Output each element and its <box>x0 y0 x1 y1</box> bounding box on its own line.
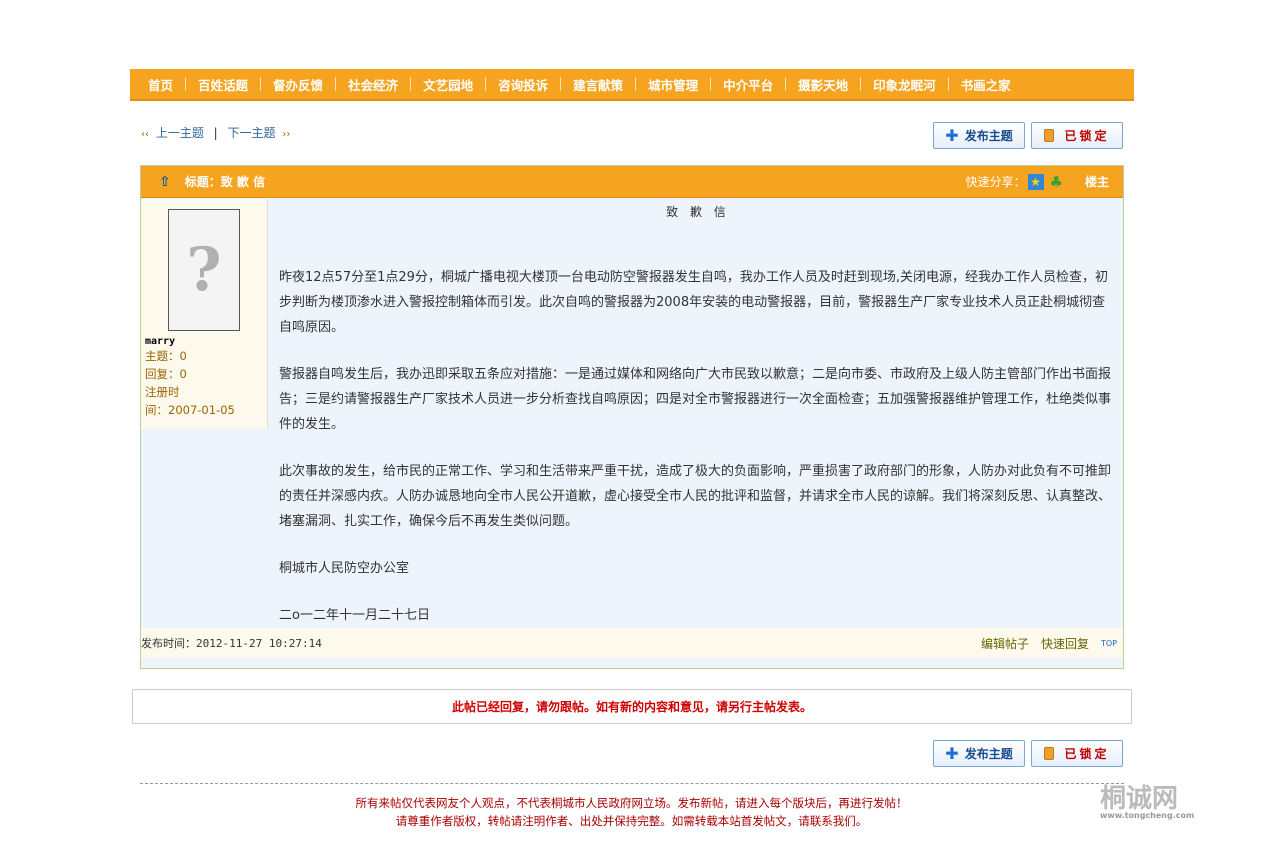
post-topic-label: 发布主题 <box>964 129 1013 143</box>
nav-item: 首页 <box>136 75 187 94</box>
locked-button-top[interactable]: 已锁定 <box>1031 122 1123 149</box>
locked-notice: 此帖已经回复，请勿跟帖。如有新的内容和意见，请另行主帖发表。 <box>132 689 1132 724</box>
up-arrow-icon[interactable]: ⇧ <box>159 174 171 190</box>
edit-post-link[interactable]: 编辑帖子 <box>981 635 1029 652</box>
nav-link[interactable]: 建言献策 <box>561 75 635 94</box>
author-replies: 回复：0 <box>145 367 187 381</box>
share-star-icon[interactable]: ★ <box>1027 173 1044 190</box>
post-topic-button-top[interactable]: ✚ 发布主题 <box>933 122 1025 149</box>
main-nav: 首页 百姓话题 督办反馈 社会经济 文艺园地 咨询投诉 建言献策 城市管理 中介平台 摄影天地 印象… <box>130 69 1134 101</box>
content-signature: 桐城市人民防空办公室 <box>279 561 410 576</box>
nav-list: 首页 百姓话题 督办反馈 社会经济 文艺园地 咨询投诉 建言献策 城市管理 中介平台 摄影天地 印象… <box>130 69 1134 99</box>
content-paragraph: 此次事故的发生，给市民的正常工作、学习和生活带来严重干扰，造成了极大的负面影响，… <box>279 464 1112 529</box>
share-clover-icon[interactable]: ♣ <box>1050 173 1063 191</box>
post-time-label: 发布时间： <box>141 637 196 650</box>
site-footer: 所有来帖仅代表网友个人观点，不代表桐城市人民政府网立场。发布新帖，请进入每个版块… <box>0 794 1263 830</box>
nav-link[interactable]: 摄影天地 <box>786 75 860 94</box>
lock-icon <box>1044 129 1055 142</box>
post-actions: 编辑帖子 快速回复 TOP <box>981 635 1123 652</box>
content-date: 二o一二年十一月二十七日 <box>279 608 430 623</box>
prev-topic-link[interactable]: 上一主题 <box>156 126 204 140</box>
post-content: 致 歉 信 昨夜12点57分至1点29分，桐城广播电视大楼顶一台电动防空警报器发… <box>268 199 1123 627</box>
author-info: 主题：0 回复：0 注册时 间：2007-01-05 <box>145 347 267 419</box>
nav-link[interactable]: 印象龙眠河 <box>861 75 948 94</box>
nav-link[interactable]: 中介平台 <box>711 75 785 94</box>
nav-item: 社会经济 <box>336 75 412 94</box>
nav-item: 印象龙眠河 <box>861 75 949 94</box>
post-footer: 发布时间： 2012-11-27 10:27:14 编辑帖子 快速回复 TOP <box>141 628 1123 658</box>
quick-reply-link[interactable]: 快速回复 <box>1041 635 1089 652</box>
nav-item: 咨询投诉 <box>486 75 562 94</box>
footer-line-2: 请尊重作者版权，转帖请注明作者、出处并保持完整。如需转载本站首发帖文，请联系我们… <box>395 814 868 828</box>
footer-divider <box>140 783 1124 784</box>
share-label: 快速分享： <box>965 175 1026 189</box>
floor-label: 楼主 <box>1084 175 1109 189</box>
post-body: ? marry 主题：0 回复：0 注册时 间：2007-01-05 致 歉 信… <box>141 199 1123 627</box>
locked-label: 已锁定 <box>1064 747 1110 761</box>
plus-icon: ✚ <box>945 125 959 145</box>
nav-link[interactable]: 文艺园地 <box>411 75 485 94</box>
question-avatar-icon: ? <box>186 235 222 305</box>
author-reg-label-1: 注册时 <box>145 385 180 399</box>
prev-arrow-icon: ‹‹ <box>141 129 149 140</box>
nav-link[interactable]: 督办反馈 <box>261 75 335 94</box>
content-paragraph: 警报器自鸣发生后，我办迅即采取五条应对措施：一是通过媒体和网络向广大市民致以歉意… <box>279 367 1112 432</box>
post-topic-button-bottom[interactable]: ✚ 发布主题 <box>933 740 1025 767</box>
topic-nav-separator: | <box>213 126 218 140</box>
nav-item: 文艺园地 <box>411 75 487 94</box>
nav-link[interactable]: 咨询投诉 <box>486 75 560 94</box>
post-container: ⇧ 标题：致 歉 信 快速分享： ★ ♣ 楼主 ? marry 主题：0 回复：… <box>140 165 1124 669</box>
content-title: 致 歉 信 <box>666 205 730 219</box>
nav-item: 书画之家 <box>949 75 1023 94</box>
nav-link[interactable]: 城市管理 <box>636 75 710 94</box>
nav-item: 百姓话题 <box>186 75 262 94</box>
avatar: ? <box>168 209 240 331</box>
footer-line-1: 所有来帖仅代表网友个人观点，不代表桐城市人民政府网立场。发布新帖，请进入每个版块… <box>355 796 908 810</box>
nav-item: 摄影天地 <box>786 75 862 94</box>
back-to-top-icon[interactable]: TOP <box>1101 639 1117 648</box>
nav-link[interactable]: 书画之家 <box>949 75 1023 94</box>
post-time: 2012-11-27 10:27:14 <box>196 636 322 650</box>
post-topic-label: 发布主题 <box>964 747 1013 761</box>
nav-link[interactable]: 社会经济 <box>336 75 410 94</box>
post-header-right: 快速分享： ★ ♣ 楼主 <box>966 173 1109 191</box>
author-panel: ? marry 主题：0 回复：0 注册时 间：2007-01-05 <box>141 199 268 429</box>
nav-link[interactable]: 首页 <box>136 75 185 94</box>
content-paragraph: 昨夜12点57分至1点29分，桐城广播电视大楼顶一台电动防空警报器发生自鸣，我办… <box>279 270 1109 335</box>
post-title: 标题：致 歉 信 <box>184 175 266 189</box>
nav-item: 城市管理 <box>636 75 712 94</box>
plus-icon: ✚ <box>945 743 959 763</box>
nav-link[interactable]: 百姓话题 <box>186 75 260 94</box>
author-topics: 主题：0 <box>145 349 187 363</box>
author-reg-date: 间：2007-01-05 <box>145 403 235 417</box>
next-arrow-icon: ›› <box>282 129 291 140</box>
locked-button-bottom[interactable]: 已锁定 <box>1031 740 1123 767</box>
lock-icon <box>1044 747 1055 760</box>
topic-navigation: ‹‹ 上一主题 | 下一主题 ›› <box>141 124 290 141</box>
next-topic-link[interactable]: 下一主题 <box>228 126 276 140</box>
locked-label: 已锁定 <box>1064 129 1110 143</box>
site-logo-watermark: 桐诚网 www.tongcheng.com <box>1100 784 1195 820</box>
nav-item: 督办反馈 <box>261 75 337 94</box>
nav-item: 建言献策 <box>561 75 637 94</box>
post-header: ⇧ 标题：致 歉 信 快速分享： ★ ♣ 楼主 <box>141 166 1123 198</box>
nav-item: 中介平台 <box>711 75 787 94</box>
author-name[interactable]: marry <box>145 336 267 347</box>
